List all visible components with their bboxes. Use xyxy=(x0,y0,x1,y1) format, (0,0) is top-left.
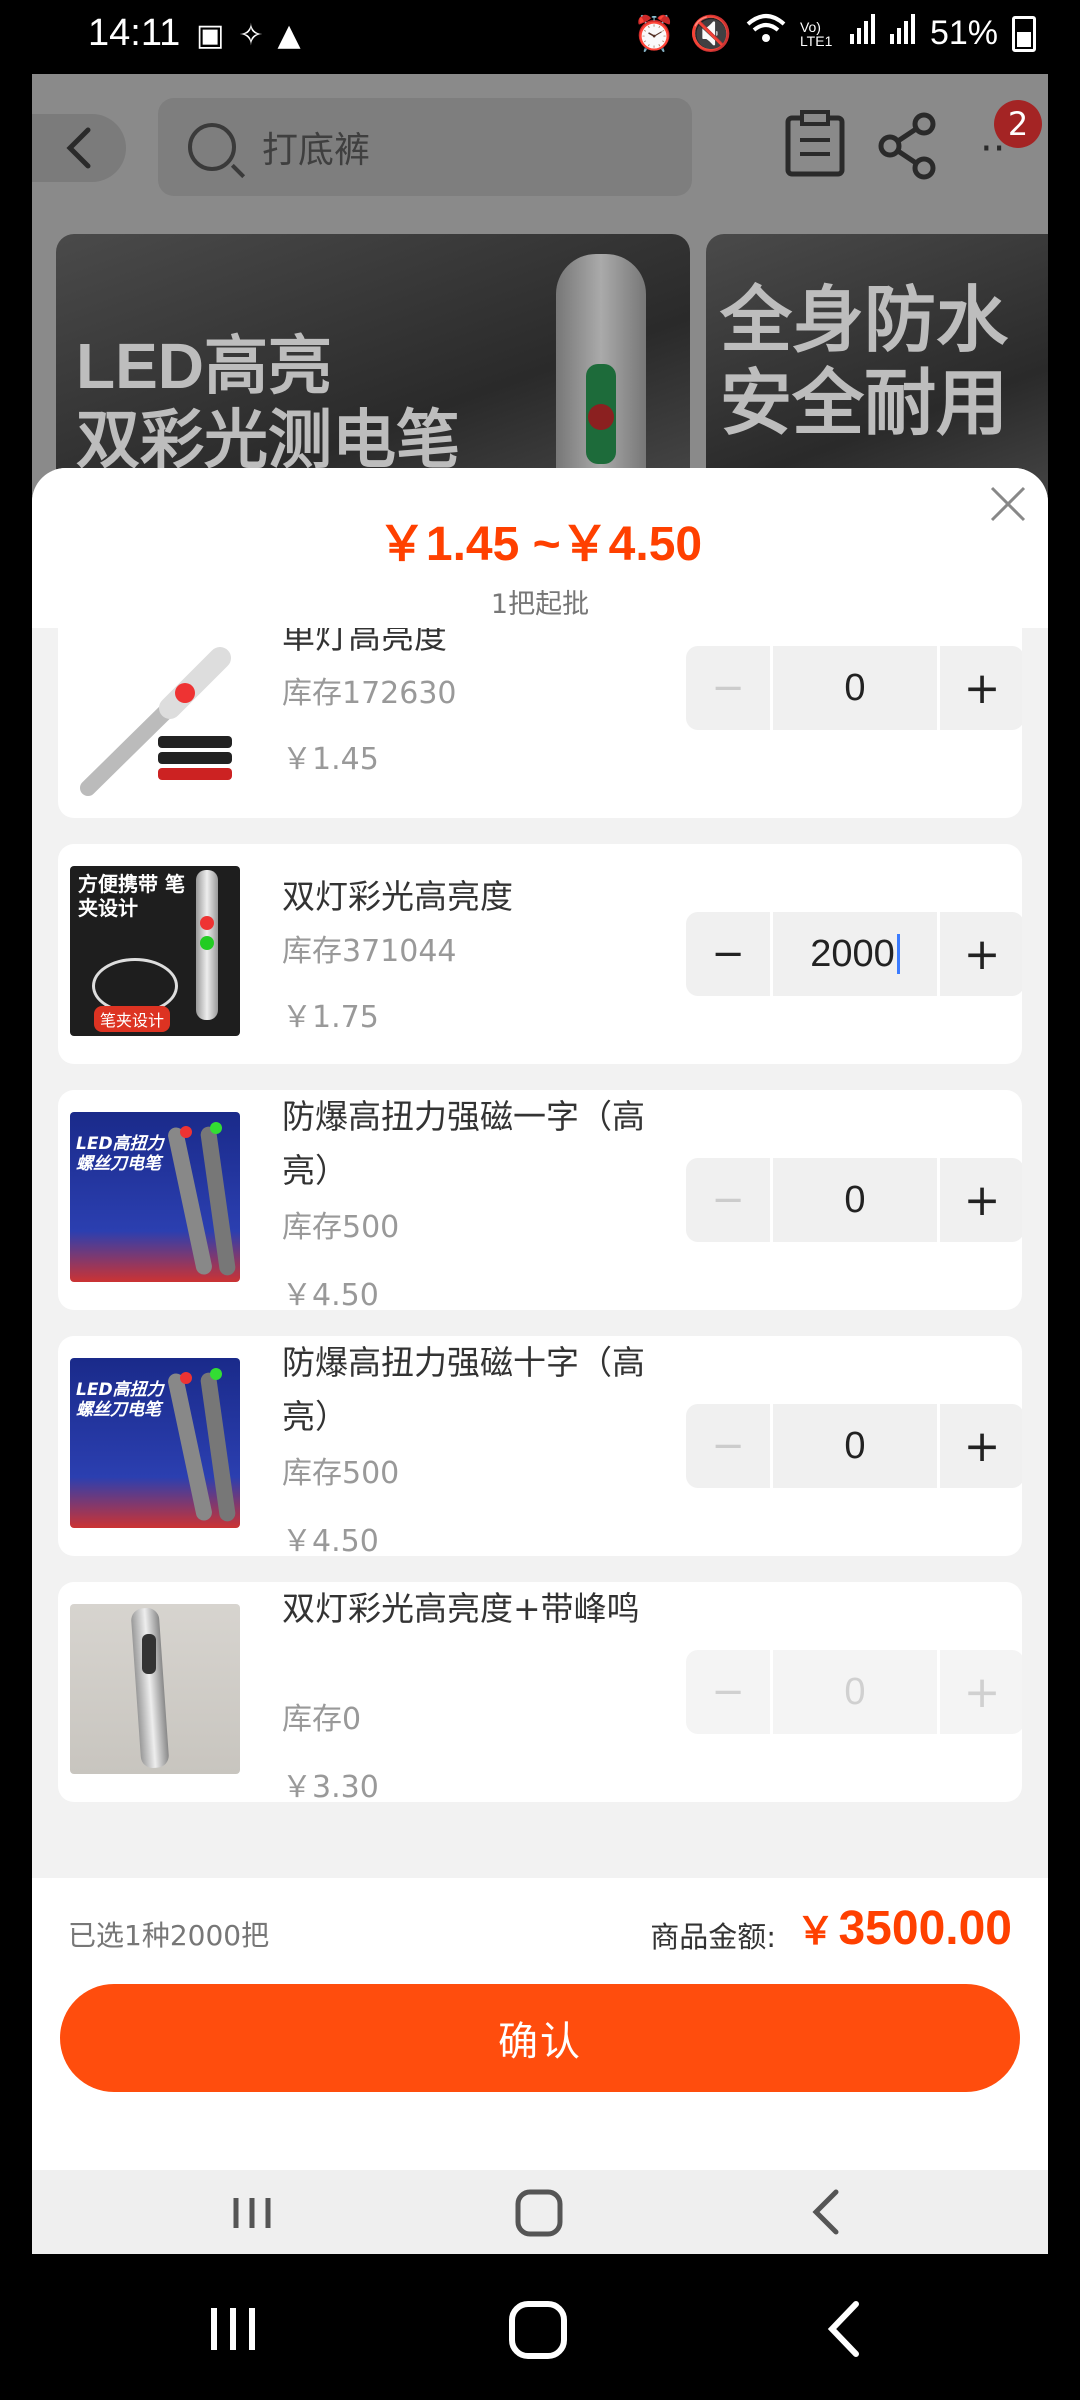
clipboard-icon[interactable] xyxy=(780,110,850,180)
confirm-button[interactable]: 确认 xyxy=(60,1984,1020,2092)
amount-label: 商品金额: xyxy=(650,1920,776,1954)
search-icon xyxy=(188,123,236,171)
item-stock: 库存500 xyxy=(282,1210,400,1245)
signal-icon xyxy=(889,14,916,53)
chevron-left-icon xyxy=(66,127,91,169)
quantity-input[interactable]: 0 xyxy=(773,1650,937,1734)
home-icon[interactable] xyxy=(504,2294,574,2364)
decrement-button[interactable]: − xyxy=(686,912,770,996)
tool-icon: ✧ xyxy=(238,18,264,53)
price-range: ￥1.45 ~￥4.50 xyxy=(377,518,703,571)
quantity-stepper[interactable]: − 0 + xyxy=(686,1158,1022,1242)
thumb-caption: LED高扭力 螺丝刀电笔 xyxy=(76,1134,164,1174)
item-stock: 库存500 xyxy=(282,1456,400,1491)
quantity-input[interactable]: 2000 xyxy=(773,912,937,996)
search-placeholder: 打底裤 xyxy=(262,130,371,171)
banner-line: 全身防水 xyxy=(720,281,1009,361)
text-cursor xyxy=(896,934,900,974)
product-thumbnail xyxy=(70,1604,240,1774)
product-thumbnail xyxy=(70,628,240,798)
quantity-stepper[interactable]: − 0 + xyxy=(686,646,1022,730)
quantity-input[interactable]: 0 xyxy=(773,1404,937,1488)
product-thumbnail: LED高扭力 螺丝刀电笔 xyxy=(70,1112,240,1282)
cart-badge: 2 xyxy=(994,100,1042,148)
recent-apps-icon[interactable] xyxy=(204,2294,264,2364)
selected-summary: 已选1种2000把 xyxy=(68,1919,270,1952)
recent-apps-icon[interactable] xyxy=(228,2182,278,2242)
quantity-stepper[interactable]: − 2000 + xyxy=(686,912,1022,996)
item-price: ￥1.75 xyxy=(282,1000,379,1035)
decrement-button[interactable]: − xyxy=(686,646,770,730)
back-icon[interactable] xyxy=(820,2294,870,2364)
item-name: 双灯彩光高亮度+带峰鸣 xyxy=(282,1589,640,1628)
increment-button[interactable]: + xyxy=(940,1158,1022,1242)
banner-line: 安全耐用 xyxy=(720,363,1009,444)
order-summary: 已选1种2000把 商品金额: ￥3500.00 确认 xyxy=(32,1878,1048,2170)
quantity-stepper[interactable]: − 0 + xyxy=(686,1404,1022,1488)
increment-button[interactable]: + xyxy=(940,646,1022,730)
item-price: ￥1.45 xyxy=(282,742,379,777)
wifi-icon xyxy=(746,12,786,55)
decrement-button[interactable]: − xyxy=(686,1404,770,1488)
thumb-tag: 笔夹设计 xyxy=(94,1006,171,1032)
system-nav-bar xyxy=(0,2254,1080,2400)
inner-nav-bar xyxy=(32,2170,1048,2254)
quantity-input[interactable]: 0 xyxy=(773,1158,937,1242)
list-item[interactable]: 单灯高亮度 库存172630 ￥1.45 − 0 + xyxy=(58,628,1022,818)
list-item[interactable]: LED高扭力 螺丝刀电笔 防爆高扭力强磁一字（高亮） 库存500 ￥4.50 −… xyxy=(58,1090,1022,1310)
sku-selection-sheet: ￥1.45 ~￥4.50 1把起批 单灯高亮度 库存172630 ￥1.45 −… xyxy=(32,468,1048,2170)
search-input[interactable]: 打底裤 xyxy=(158,98,692,196)
min-order-quantity: 1把起批 xyxy=(490,589,590,620)
thumb-caption: LED高扭力 螺丝刀电笔 xyxy=(76,1380,164,1420)
amount-number: 3500.00 xyxy=(838,1902,1012,1955)
amount-value: ￥3500.00 xyxy=(796,1900,1012,1956)
banner-line: LED高亮 xyxy=(76,330,332,402)
back-button[interactable] xyxy=(32,114,126,182)
mute-icon: 🔇 xyxy=(689,14,732,53)
alert-icon: ▲ xyxy=(277,18,301,53)
list-item[interactable]: 双灯彩光高亮度+带峰鸣 库存0 ￥3.30 − 0 + xyxy=(58,1582,1022,1802)
status-bar: 14:11 ▣ ✧ ▲ ⏰ 🔇 Vo) LTE1 51% xyxy=(0,0,1080,74)
battery-icon xyxy=(1012,15,1036,52)
quantity-stepper[interactable]: − 0 + xyxy=(686,1650,1022,1734)
increment-button[interactable]: + xyxy=(940,1650,1022,1734)
item-name: 双灯彩光高亮度 xyxy=(282,877,513,916)
app-window: 打底裤 ·· 2 LED高亮 双彩光测电笔 全身防水 安全耐用 ￥1.45 ~￥… xyxy=(32,74,1048,2254)
item-name: 单灯高亮度 xyxy=(282,628,447,656)
back-icon[interactable] xyxy=(802,2182,852,2242)
item-name: 防爆高扭力强磁一字（高亮） xyxy=(282,1097,645,1190)
item-name: 防爆高扭力强磁十字（高亮） xyxy=(282,1343,645,1436)
status-time: 14:11 xyxy=(88,12,181,54)
item-stock: 库存172630 xyxy=(282,676,457,711)
share-icon[interactable] xyxy=(874,110,944,180)
message-icon: ▣ xyxy=(196,18,225,53)
quantity-input[interactable]: 0 xyxy=(773,646,937,730)
product-thumbnail: LED高扭力 螺丝刀电笔 xyxy=(70,1358,240,1528)
list-item[interactable]: LED高扭力 螺丝刀电笔 防爆高扭力强磁十字（高亮） 库存500 ￥4.50 −… xyxy=(58,1336,1022,1556)
thumb-caption: 方便携带 笔夹设计 xyxy=(78,872,185,920)
quantity-value: 2000 xyxy=(810,932,895,975)
close-icon[interactable] xyxy=(986,482,1030,526)
product-thumbnail: 方便携带 笔夹设计 笔夹设计 xyxy=(70,866,240,1036)
increment-button[interactable]: + xyxy=(940,1404,1022,1488)
increment-button[interactable]: + xyxy=(940,912,1022,996)
item-price: ￥4.50 xyxy=(282,1524,379,1556)
decrement-button[interactable]: − xyxy=(686,1650,770,1734)
item-stock: 库存371044 xyxy=(282,934,457,969)
signal-icon xyxy=(849,14,876,53)
alarm-icon: ⏰ xyxy=(633,14,676,53)
battery-percent: 51% xyxy=(929,14,998,52)
volte-icon: Vo) LTE1 xyxy=(799,18,833,49)
decrement-button[interactable]: − xyxy=(686,1158,770,1242)
product-header: 打底裤 ·· 2 xyxy=(32,74,1048,224)
item-price: ￥3.30 xyxy=(282,1770,379,1802)
amount-currency: ￥ xyxy=(796,1911,835,1953)
list-item[interactable]: 方便携带 笔夹设计 笔夹设计 双灯彩光高亮度 库存371044 ￥1.75 − … xyxy=(58,844,1022,1064)
sku-list[interactable]: 单灯高亮度 库存172630 ￥1.45 − 0 + 方便携带 笔夹设计 笔夹设… xyxy=(32,628,1048,1858)
banner-line: 双彩光测电笔 xyxy=(76,403,460,476)
home-icon[interactable] xyxy=(510,2182,570,2242)
item-price: ￥4.50 xyxy=(282,1278,379,1310)
item-stock: 库存0 xyxy=(282,1702,362,1737)
